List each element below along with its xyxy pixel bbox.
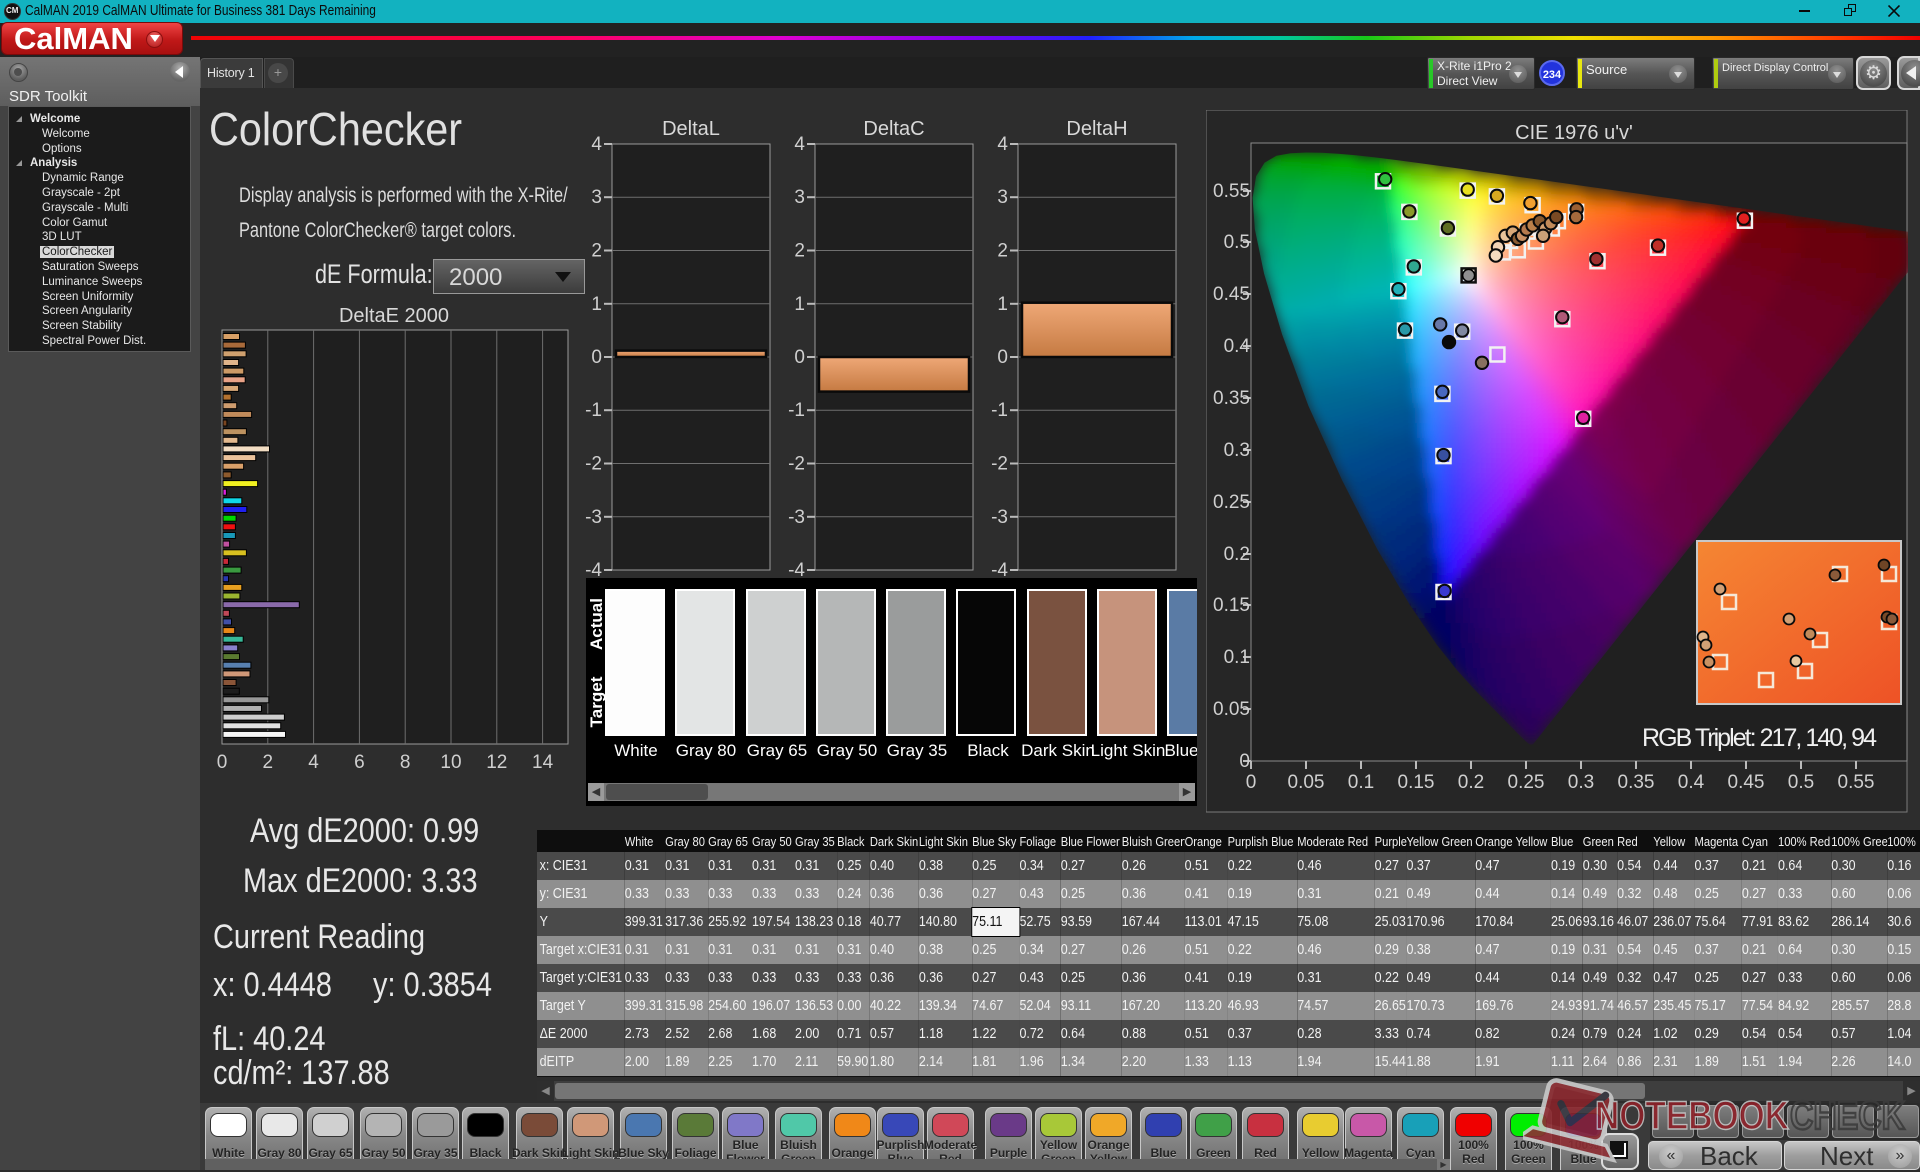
- svg-text:4: 4: [794, 134, 805, 155]
- svg-text:0.45: 0.45: [1213, 284, 1250, 305]
- svg-text:1: 1: [591, 294, 602, 315]
- svg-text:3: 3: [591, 187, 602, 208]
- svg-text:14: 14: [532, 752, 554, 773]
- svg-text:0.4: 0.4: [1678, 772, 1705, 793]
- svg-text:0.25: 0.25: [1508, 772, 1545, 793]
- svg-text:Target: Target: [587, 676, 606, 727]
- svg-text:Actual: Actual: [587, 598, 606, 650]
- svg-text:1: 1: [794, 294, 805, 315]
- svg-text:0: 0: [217, 752, 228, 773]
- svg-text:6: 6: [354, 752, 365, 773]
- svg-text:-1: -1: [788, 400, 805, 421]
- svg-text:-1: -1: [585, 400, 602, 421]
- svg-text:0: 0: [997, 347, 1008, 368]
- svg-text:0.2: 0.2: [1458, 772, 1484, 793]
- svg-text:2: 2: [997, 241, 1008, 262]
- svg-text:2: 2: [591, 241, 602, 262]
- svg-text:0.25: 0.25: [1213, 492, 1250, 513]
- svg-text:0.4: 0.4: [1224, 336, 1251, 357]
- svg-text:3: 3: [997, 187, 1008, 208]
- svg-text:DeltaE 2000: DeltaE 2000: [339, 305, 449, 327]
- svg-text:0.35: 0.35: [1213, 388, 1250, 409]
- svg-text:1: 1: [997, 294, 1008, 315]
- svg-text:3: 3: [794, 187, 805, 208]
- svg-text:0: 0: [794, 347, 805, 368]
- svg-text:-3: -3: [585, 507, 602, 528]
- svg-text:RGB Triplet: 217, 140, 94: RGB Triplet: 217, 140, 94: [1642, 724, 1877, 752]
- svg-text:10: 10: [440, 752, 461, 773]
- svg-text:-2: -2: [788, 454, 805, 475]
- svg-text:0.35: 0.35: [1618, 772, 1655, 793]
- svg-text:12: 12: [486, 752, 507, 773]
- svg-text:0.05: 0.05: [1288, 772, 1325, 793]
- svg-text:-3: -3: [991, 507, 1008, 528]
- svg-text:0.1: 0.1: [1224, 647, 1250, 668]
- svg-text:0.1: 0.1: [1348, 772, 1374, 793]
- svg-text:8: 8: [400, 752, 411, 773]
- svg-text:0.55: 0.55: [1213, 181, 1250, 202]
- svg-text:0.2: 0.2: [1224, 544, 1250, 565]
- svg-text:DeltaC: DeltaC: [863, 118, 924, 140]
- svg-text:4: 4: [308, 752, 319, 773]
- svg-text:-2: -2: [991, 454, 1008, 475]
- svg-text:0.3: 0.3: [1224, 440, 1250, 461]
- svg-text:0: 0: [1246, 772, 1257, 793]
- svg-text:0.3: 0.3: [1568, 772, 1594, 793]
- svg-text:DeltaH: DeltaH: [1066, 118, 1127, 140]
- svg-text:0.5: 0.5: [1788, 772, 1814, 793]
- svg-text:0: 0: [591, 347, 602, 368]
- svg-text:4: 4: [997, 134, 1008, 155]
- svg-text:0.15: 0.15: [1213, 595, 1250, 616]
- svg-text:-3: -3: [788, 507, 805, 528]
- svg-text:0: 0: [1239, 751, 1250, 772]
- svg-text:-2: -2: [585, 454, 602, 475]
- svg-text:DeltaL: DeltaL: [662, 118, 720, 140]
- svg-text:0.45: 0.45: [1728, 772, 1765, 793]
- svg-text:CIE 1976 u'v': CIE 1976 u'v': [1515, 122, 1633, 144]
- svg-text:0.15: 0.15: [1398, 772, 1435, 793]
- svg-text:2: 2: [263, 752, 274, 773]
- svg-text:NOTEBOOK: NOTEBOOK: [1595, 1094, 1789, 1138]
- svg-text:0.05: 0.05: [1213, 699, 1250, 720]
- svg-text:CHECK: CHECK: [1790, 1094, 1905, 1138]
- svg-text:2: 2: [794, 241, 805, 262]
- svg-text:4: 4: [591, 134, 602, 155]
- svg-text:0.5: 0.5: [1224, 232, 1250, 253]
- svg-text:0.55: 0.55: [1838, 772, 1875, 793]
- svg-text:-1: -1: [991, 400, 1008, 421]
